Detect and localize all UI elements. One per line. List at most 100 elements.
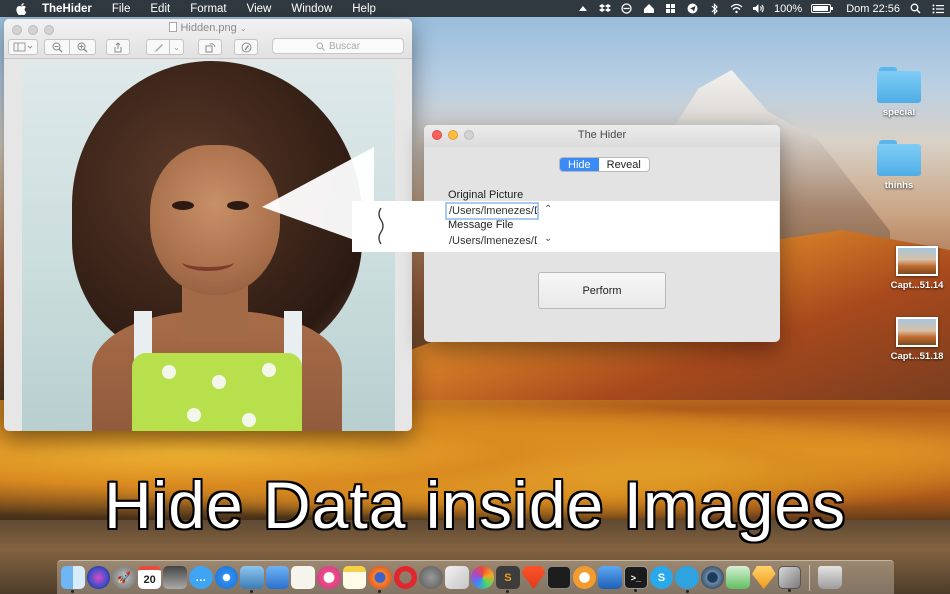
wifi-icon[interactable]	[730, 3, 743, 15]
preview-window: Hidden.png ⌄ ⌄ Buscar	[4, 19, 412, 431]
dock-siri-icon[interactable]	[86, 566, 111, 589]
dropbox-icon[interactable]	[598, 3, 611, 15]
dock-sublime-text-icon[interactable]: S	[496, 566, 520, 593]
chevron-down-icon: ⌄	[239, 24, 247, 33]
search-icon[interactable]	[909, 3, 922, 15]
dock-preview-icon[interactable]	[240, 566, 264, 593]
dock-safari-icon[interactable]	[214, 566, 239, 589]
mode-segmented-control: Hide Reveal	[559, 157, 650, 172]
menu-edit[interactable]: Edit	[150, 3, 170, 15]
menu-help[interactable]: Help	[352, 3, 376, 15]
battery-percent[interactable]: 100%	[774, 3, 802, 15]
dock-keynote-icon[interactable]	[265, 566, 290, 589]
share-button[interactable]	[106, 39, 130, 55]
dock-books-icon[interactable]	[444, 566, 469, 589]
dock: 🚀 20 … S >_ S	[57, 560, 894, 594]
grid-icon[interactable]	[664, 3, 677, 15]
dock-terminal-icon[interactable]: >_	[624, 566, 648, 592]
arrow-icon[interactable]	[576, 3, 589, 15]
portrait-eye-left	[172, 201, 194, 210]
rotate-button[interactable]	[198, 39, 222, 55]
image-canvas[interactable]	[22, 61, 395, 431]
bluetooth-icon[interactable]	[708, 2, 721, 15]
dock-messages-icon[interactable]: …	[188, 566, 213, 589]
message-file-path[interactable]: /Users/lmenezes/D	[447, 234, 537, 248]
dock-skype-icon[interactable]: S	[649, 566, 674, 589]
sidebar-icon	[13, 42, 33, 52]
polka-dot	[242, 413, 256, 427]
notification-center-icon[interactable]	[931, 3, 944, 15]
dock-trash-icon[interactable]	[818, 566, 842, 589]
polka-dot	[187, 408, 201, 422]
dock-itunes-icon[interactable]	[316, 566, 341, 589]
tab-hide[interactable]: Hide	[560, 158, 599, 171]
dock-sketch-icon[interactable]	[752, 566, 776, 589]
dock-brave-icon[interactable]	[521, 566, 546, 589]
zoom-out-button[interactable]	[44, 39, 70, 55]
screenshot-thumbnail	[896, 317, 938, 347]
original-picture-path[interactable]: /Users/lmenezes/D	[447, 204, 537, 218]
dock-activity-monitor-icon[interactable]	[547, 566, 571, 589]
document-title[interactable]: Hidden.png ⌄	[4, 22, 412, 34]
dock-launchpad-icon[interactable]: 🚀	[112, 566, 136, 589]
dock-xcode-icon[interactable]	[598, 566, 623, 589]
folder-icon	[877, 67, 921, 103]
dock-finder-icon[interactable]	[61, 566, 85, 593]
search-icon	[316, 42, 325, 51]
dock-telegram-icon[interactable]	[675, 566, 699, 593]
preview-titlebar[interactable]: Hidden.png ⌄ ⌄ Buscar	[4, 19, 412, 59]
menu-app-name[interactable]: TheHider	[42, 3, 92, 15]
dock-firefox-icon[interactable]	[368, 566, 392, 593]
markup-group: ⌄	[146, 39, 184, 55]
home-icon[interactable]	[642, 3, 655, 15]
pen-icon	[153, 43, 163, 52]
chevron-down-icon[interactable]: ⌄	[544, 233, 552, 244]
chevron-up-icon[interactable]: ⌃	[544, 204, 552, 215]
tab-reveal[interactable]: Reveal	[598, 158, 649, 171]
dock-system-preferences-icon[interactable]	[419, 566, 443, 589]
dock-textedit-icon[interactable]	[291, 566, 315, 589]
desktop-screenshot-1[interactable]: Capt...51.14	[885, 246, 949, 291]
dock-photo-booth-icon[interactable]	[163, 566, 187, 589]
desktop-folder-thinhs[interactable]: thinhs	[867, 140, 931, 191]
dock-notes-icon[interactable]	[342, 566, 367, 589]
menu-bar: TheHider File Edit Format View Window He…	[0, 0, 950, 17]
perform-button[interactable]: Perform	[538, 272, 666, 309]
status-area: 100% Dom 22:56	[576, 0, 944, 17]
zoom-in-button[interactable]	[70, 39, 96, 55]
search-placeholder: Buscar	[328, 40, 361, 52]
sidebar-toggle-button[interactable]	[8, 39, 38, 55]
zoom-in-icon	[77, 42, 88, 52]
portrait-eye-right	[227, 201, 249, 210]
markup-button[interactable]	[234, 39, 258, 55]
no-entry-icon[interactable]	[620, 3, 633, 15]
hider-titlebar[interactable]: The Hider	[424, 125, 780, 147]
dock-ibooks-icon[interactable]	[572, 566, 597, 589]
portrait-smile	[182, 253, 234, 271]
dock-calendar-icon[interactable]: 20	[137, 566, 162, 589]
search-field[interactable]: Buscar	[272, 38, 404, 54]
chevron-down-icon: ⌄	[173, 42, 180, 52]
pen-menu-button[interactable]: ⌄	[170, 39, 184, 55]
dock-opera-icon[interactable]	[393, 566, 418, 589]
desktop-screenshot-2[interactable]: Capt...51.18	[885, 317, 949, 362]
original-picture-label: Original Picture	[448, 189, 524, 201]
menu-file[interactable]: File	[112, 3, 131, 15]
dock-mail-icon[interactable]	[470, 566, 495, 589]
menu-format[interactable]: Format	[190, 3, 226, 15]
share-icon	[114, 41, 122, 52]
dock-thehider-icon[interactable]	[777, 566, 802, 592]
apple-menu-icon[interactable]	[14, 2, 28, 15]
zoom-out-icon	[52, 42, 62, 52]
menu-window[interactable]: Window	[291, 3, 332, 15]
telegram-icon[interactable]	[686, 3, 699, 15]
dock-numbers-icon[interactable]	[726, 566, 751, 589]
pen-button[interactable]	[146, 39, 170, 55]
document-icon	[169, 22, 178, 32]
volume-icon[interactable]	[752, 3, 765, 15]
dock-quicktime-icon[interactable]	[700, 566, 725, 589]
battery-icon[interactable]	[811, 4, 834, 13]
menu-view[interactable]: View	[247, 3, 272, 15]
desktop-folder-special[interactable]: special	[867, 67, 931, 118]
clock[interactable]: Dom 22:56	[846, 3, 900, 15]
